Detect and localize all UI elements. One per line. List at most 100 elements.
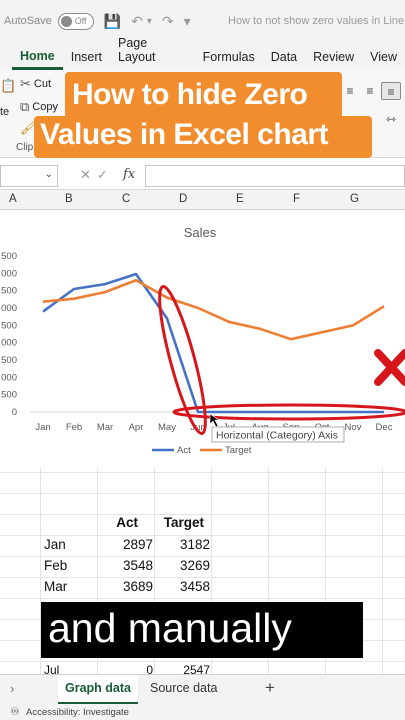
tab-view[interactable]: View [362,50,405,70]
y-tick-label: 0 [12,407,17,418]
series-line-target [42,278,385,341]
column-header-d[interactable]: D [179,193,187,205]
gridline [0,493,405,494]
tab-insert[interactable]: Insert [63,50,110,70]
legend-label: Act [177,445,191,456]
gridline [0,598,405,599]
ribbon-tabs: Home Insert Page Layout Formulas Data Re… [0,36,405,70]
status-bar: ♾ Accessibility: Investigate [0,704,405,720]
axis-tooltip: Horizontal (Category) Axis [211,426,345,443]
sheet-tab-source-data[interactable]: Source data [150,675,217,704]
toggle-knob [60,15,72,27]
sheet-tab-graph-data[interactable]: Graph data [58,675,138,704]
tab-formulas[interactable]: Formulas [195,50,263,70]
chart-canvas: Sales 500 000 500 000 500 000 500 000 500 0 Jan Fe… [1,225,405,456]
accessibility-status[interactable]: Accessibility: Investigate [26,707,129,718]
cut-button[interactable]: ✂ Cut [20,76,51,92]
chart-legend: Act Target [152,445,252,456]
row-month: Feb [44,558,68,573]
save-icon[interactable]: 💾 [104,13,121,30]
undo-dropdown-icon[interactable]: ▾ [147,16,152,27]
row-target: 3269 [179,558,210,573]
column-header-c[interactable]: C [122,193,130,205]
gridline [0,577,405,578]
y-axis: 500 000 500 000 500 000 500 000 500 0 [1,251,17,418]
gridline [0,535,405,536]
tab-home[interactable]: Home [12,49,63,70]
x-tick-label: Feb [66,422,82,433]
undo-icon[interactable]: ↶ [131,13,143,30]
paste-icon: 📋 [0,78,17,93]
formula-input[interactable] [145,165,405,187]
tooltip-text: Horizontal (Category) Axis [216,430,338,442]
y-tick-label: 500 [1,355,17,366]
align-left-icon[interactable]: ≡ [340,82,360,100]
customize-toolbar-icon[interactable]: ▾ [184,13,191,30]
row-month: Mar [44,579,68,594]
column-header-e[interactable]: E [236,193,244,205]
title-overlay-line2: Values in Excel chart [40,118,329,151]
gridline [0,661,405,662]
y-tick-label: 000 [1,372,17,383]
y-tick-label: 500 [1,251,17,262]
cancel-confirm-icons[interactable]: ✕✓ [80,167,114,183]
y-tick-label: 500 [1,390,17,401]
column-header-a[interactable]: A [9,193,17,205]
column-header-f[interactable]: F [293,193,300,205]
clipboard-group-label: Clip [16,142,34,153]
series-lines [42,272,385,414]
wrap-text-icon[interactable]: ⇿ [381,110,401,128]
x-tick-label: Jan [35,422,50,433]
scissors-icon: ✂ [20,76,31,91]
column-headers: A B C D E F G [0,190,405,210]
row-act: 3689 [122,579,153,594]
accessibility-icon[interactable]: ♾ [10,705,20,718]
chevron-down-icon[interactable]: ⌄ [45,169,53,180]
paste-label: te [0,106,10,118]
cut-label: Cut [33,78,52,90]
row-act-partial: 0 [146,663,153,674]
gridline [0,472,405,473]
header-target: Target [163,515,204,530]
copy-label: Copy [32,101,58,113]
name-box[interactable]: ⌄ [0,165,58,187]
tab-review[interactable]: Review [305,50,362,70]
toggle-state: Off [74,16,87,26]
chart-title: Sales [184,225,217,240]
sheet-tab-bar: › Graph data Source data + [0,674,405,704]
insert-function-button[interactable]: fx [123,167,135,182]
row-target: 3458 [179,579,210,594]
row-target-partial: 2547 [183,663,210,674]
column-header-b[interactable]: B [65,193,73,205]
align-center-icon[interactable]: ≡ [360,82,380,100]
y-tick-label: 000 [1,268,17,279]
gridline [0,556,405,557]
align-right-icon[interactable]: ≡ [381,82,401,100]
autosave-toggle[interactable]: Off [57,12,94,30]
caption-text: and manually [48,605,292,651]
sales-chart[interactable]: Sales 500 000 500 000 500 000 500 000 500 0 Jan Fe… [0,210,405,468]
row-act: 3548 [122,558,153,573]
copy-button[interactable]: ⧉ Copy [20,99,58,115]
tab-page-layout[interactable]: Page Layout [110,36,195,70]
x-tick-label: May [158,422,176,433]
autosave-label: AutoSave [4,15,52,27]
add-sheet-button[interactable]: + [265,678,275,698]
title-bar: AutoSave Off 💾 ↶ ▾ ↷ ▾ How to not show z… [0,0,405,42]
chevron-right-icon[interactable]: › [10,681,14,696]
row-act: 2897 [122,537,153,552]
tab-data[interactable]: Data [263,50,305,70]
y-tick-label: 000 [1,338,17,349]
redo-icon[interactable]: ↷ [162,13,174,30]
legend-label: Target [225,445,252,456]
row-target: 3182 [179,537,210,552]
paste-button[interactable]: 📋 [0,78,19,94]
row-month: Jan [44,537,66,552]
x-tick-label: Apr [129,422,144,433]
column-header-g[interactable]: G [350,193,359,205]
x-tick-label: Nov [345,422,362,433]
header-act: Act [116,515,138,530]
y-tick-label: 500 [1,286,17,297]
y-tick-label: 000 [1,303,17,314]
title-overlay-line1: How to hide Zero [72,78,308,111]
